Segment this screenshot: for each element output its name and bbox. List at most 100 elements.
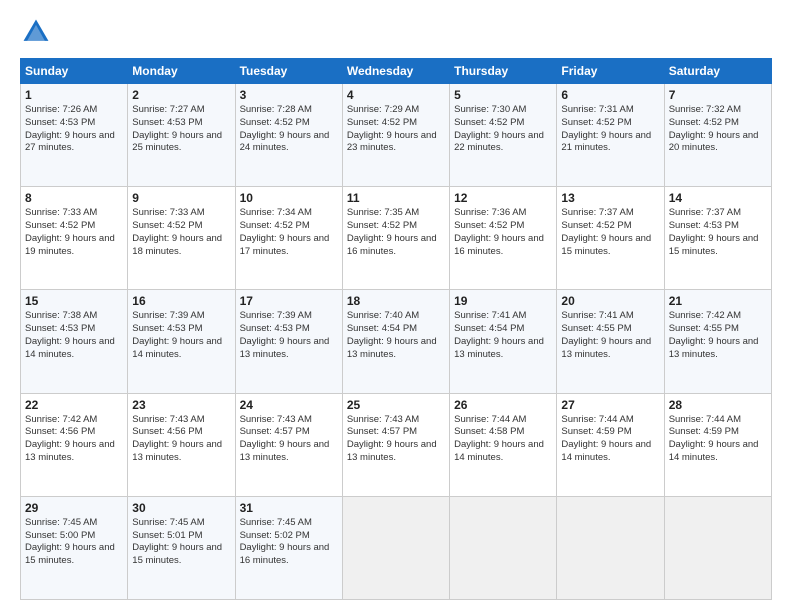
calendar-week-row: 15 Sunrise: 7:38 AM Sunset: 4:53 PM Dayl… bbox=[21, 290, 772, 393]
table-row: 13 Sunrise: 7:37 AM Sunset: 4:52 PM Dayl… bbox=[557, 187, 664, 290]
table-row: 22 Sunrise: 7:42 AM Sunset: 4:56 PM Dayl… bbox=[21, 393, 128, 496]
table-row: 9 Sunrise: 7:33 AM Sunset: 4:52 PM Dayli… bbox=[128, 187, 235, 290]
day-info: Sunrise: 7:38 AM Sunset: 4:53 PM Dayligh… bbox=[25, 310, 123, 361]
day-info: Sunrise: 7:30 AM Sunset: 4:52 PM Dayligh… bbox=[454, 104, 552, 155]
day-info: Sunrise: 7:40 AM Sunset: 4:54 PM Dayligh… bbox=[347, 310, 445, 361]
table-row bbox=[450, 496, 557, 599]
day-info: Sunrise: 7:33 AM Sunset: 4:52 PM Dayligh… bbox=[132, 207, 230, 258]
day-number: 1 bbox=[25, 88, 123, 102]
day-number: 4 bbox=[347, 88, 445, 102]
table-row: 21 Sunrise: 7:42 AM Sunset: 4:55 PM Dayl… bbox=[664, 290, 771, 393]
table-row: 7 Sunrise: 7:32 AM Sunset: 4:52 PM Dayli… bbox=[664, 84, 771, 187]
col-saturday: Saturday bbox=[664, 59, 771, 84]
day-info: Sunrise: 7:36 AM Sunset: 4:52 PM Dayligh… bbox=[454, 207, 552, 258]
day-number: 31 bbox=[240, 501, 338, 515]
day-info: Sunrise: 7:42 AM Sunset: 4:55 PM Dayligh… bbox=[669, 310, 767, 361]
day-info: Sunrise: 7:45 AM Sunset: 5:02 PM Dayligh… bbox=[240, 517, 338, 568]
day-info: Sunrise: 7:26 AM Sunset: 4:53 PM Dayligh… bbox=[25, 104, 123, 155]
day-number: 27 bbox=[561, 398, 659, 412]
day-number: 3 bbox=[240, 88, 338, 102]
table-row bbox=[342, 496, 449, 599]
table-row: 20 Sunrise: 7:41 AM Sunset: 4:55 PM Dayl… bbox=[557, 290, 664, 393]
day-info: Sunrise: 7:44 AM Sunset: 4:59 PM Dayligh… bbox=[669, 414, 767, 465]
table-row: 27 Sunrise: 7:44 AM Sunset: 4:59 PM Dayl… bbox=[557, 393, 664, 496]
table-row: 16 Sunrise: 7:39 AM Sunset: 4:53 PM Dayl… bbox=[128, 290, 235, 393]
day-number: 17 bbox=[240, 294, 338, 308]
day-info: Sunrise: 7:35 AM Sunset: 4:52 PM Dayligh… bbox=[347, 207, 445, 258]
day-info: Sunrise: 7:41 AM Sunset: 4:54 PM Dayligh… bbox=[454, 310, 552, 361]
col-friday: Friday bbox=[557, 59, 664, 84]
day-number: 29 bbox=[25, 501, 123, 515]
table-row: 25 Sunrise: 7:43 AM Sunset: 4:57 PM Dayl… bbox=[342, 393, 449, 496]
day-info: Sunrise: 7:27 AM Sunset: 4:53 PM Dayligh… bbox=[132, 104, 230, 155]
day-info: Sunrise: 7:39 AM Sunset: 4:53 PM Dayligh… bbox=[240, 310, 338, 361]
day-info: Sunrise: 7:31 AM Sunset: 4:52 PM Dayligh… bbox=[561, 104, 659, 155]
table-row: 14 Sunrise: 7:37 AM Sunset: 4:53 PM Dayl… bbox=[664, 187, 771, 290]
table-row: 19 Sunrise: 7:41 AM Sunset: 4:54 PM Dayl… bbox=[450, 290, 557, 393]
calendar-table: Sunday Monday Tuesday Wednesday Thursday… bbox=[20, 58, 772, 600]
table-row: 5 Sunrise: 7:30 AM Sunset: 4:52 PM Dayli… bbox=[450, 84, 557, 187]
table-row: 18 Sunrise: 7:40 AM Sunset: 4:54 PM Dayl… bbox=[342, 290, 449, 393]
day-info: Sunrise: 7:45 AM Sunset: 5:01 PM Dayligh… bbox=[132, 517, 230, 568]
calendar-week-row: 8 Sunrise: 7:33 AM Sunset: 4:52 PM Dayli… bbox=[21, 187, 772, 290]
table-row: 2 Sunrise: 7:27 AM Sunset: 4:53 PM Dayli… bbox=[128, 84, 235, 187]
day-number: 9 bbox=[132, 191, 230, 205]
day-number: 19 bbox=[454, 294, 552, 308]
day-info: Sunrise: 7:39 AM Sunset: 4:53 PM Dayligh… bbox=[132, 310, 230, 361]
day-info: Sunrise: 7:37 AM Sunset: 4:52 PM Dayligh… bbox=[561, 207, 659, 258]
day-number: 30 bbox=[132, 501, 230, 515]
table-row: 15 Sunrise: 7:38 AM Sunset: 4:53 PM Dayl… bbox=[21, 290, 128, 393]
col-wednesday: Wednesday bbox=[342, 59, 449, 84]
table-row: 3 Sunrise: 7:28 AM Sunset: 4:52 PM Dayli… bbox=[235, 84, 342, 187]
day-number: 5 bbox=[454, 88, 552, 102]
table-row: 6 Sunrise: 7:31 AM Sunset: 4:52 PM Dayli… bbox=[557, 84, 664, 187]
day-info: Sunrise: 7:44 AM Sunset: 4:58 PM Dayligh… bbox=[454, 414, 552, 465]
table-row: 4 Sunrise: 7:29 AM Sunset: 4:52 PM Dayli… bbox=[342, 84, 449, 187]
col-thursday: Thursday bbox=[450, 59, 557, 84]
table-row: 26 Sunrise: 7:44 AM Sunset: 4:58 PM Dayl… bbox=[450, 393, 557, 496]
page: Sunday Monday Tuesday Wednesday Thursday… bbox=[0, 0, 792, 612]
day-info: Sunrise: 7:43 AM Sunset: 4:57 PM Dayligh… bbox=[240, 414, 338, 465]
day-number: 20 bbox=[561, 294, 659, 308]
day-info: Sunrise: 7:28 AM Sunset: 4:52 PM Dayligh… bbox=[240, 104, 338, 155]
table-row: 23 Sunrise: 7:43 AM Sunset: 4:56 PM Dayl… bbox=[128, 393, 235, 496]
table-row: 24 Sunrise: 7:43 AM Sunset: 4:57 PM Dayl… bbox=[235, 393, 342, 496]
table-row: 28 Sunrise: 7:44 AM Sunset: 4:59 PM Dayl… bbox=[664, 393, 771, 496]
calendar-week-row: 22 Sunrise: 7:42 AM Sunset: 4:56 PM Dayl… bbox=[21, 393, 772, 496]
day-info: Sunrise: 7:41 AM Sunset: 4:55 PM Dayligh… bbox=[561, 310, 659, 361]
day-number: 7 bbox=[669, 88, 767, 102]
day-info: Sunrise: 7:42 AM Sunset: 4:56 PM Dayligh… bbox=[25, 414, 123, 465]
table-row: 30 Sunrise: 7:45 AM Sunset: 5:01 PM Dayl… bbox=[128, 496, 235, 599]
table-row: 8 Sunrise: 7:33 AM Sunset: 4:52 PM Dayli… bbox=[21, 187, 128, 290]
day-number: 23 bbox=[132, 398, 230, 412]
table-row bbox=[664, 496, 771, 599]
day-number: 6 bbox=[561, 88, 659, 102]
day-info: Sunrise: 7:34 AM Sunset: 4:52 PM Dayligh… bbox=[240, 207, 338, 258]
day-number: 8 bbox=[25, 191, 123, 205]
day-number: 25 bbox=[347, 398, 445, 412]
day-number: 13 bbox=[561, 191, 659, 205]
table-row: 17 Sunrise: 7:39 AM Sunset: 4:53 PM Dayl… bbox=[235, 290, 342, 393]
day-number: 11 bbox=[347, 191, 445, 205]
day-number: 22 bbox=[25, 398, 123, 412]
day-info: Sunrise: 7:29 AM Sunset: 4:52 PM Dayligh… bbox=[347, 104, 445, 155]
table-row bbox=[557, 496, 664, 599]
header bbox=[20, 16, 772, 48]
calendar-week-row: 29 Sunrise: 7:45 AM Sunset: 5:00 PM Dayl… bbox=[21, 496, 772, 599]
day-number: 14 bbox=[669, 191, 767, 205]
table-row: 12 Sunrise: 7:36 AM Sunset: 4:52 PM Dayl… bbox=[450, 187, 557, 290]
day-info: Sunrise: 7:43 AM Sunset: 4:56 PM Dayligh… bbox=[132, 414, 230, 465]
day-number: 10 bbox=[240, 191, 338, 205]
day-info: Sunrise: 7:37 AM Sunset: 4:53 PM Dayligh… bbox=[669, 207, 767, 258]
logo-icon bbox=[20, 16, 52, 48]
table-row: 31 Sunrise: 7:45 AM Sunset: 5:02 PM Dayl… bbox=[235, 496, 342, 599]
table-row: 10 Sunrise: 7:34 AM Sunset: 4:52 PM Dayl… bbox=[235, 187, 342, 290]
table-row: 1 Sunrise: 7:26 AM Sunset: 4:53 PM Dayli… bbox=[21, 84, 128, 187]
day-number: 28 bbox=[669, 398, 767, 412]
calendar-header-row: Sunday Monday Tuesday Wednesday Thursday… bbox=[21, 59, 772, 84]
day-number: 12 bbox=[454, 191, 552, 205]
day-info: Sunrise: 7:44 AM Sunset: 4:59 PM Dayligh… bbox=[561, 414, 659, 465]
day-info: Sunrise: 7:43 AM Sunset: 4:57 PM Dayligh… bbox=[347, 414, 445, 465]
table-row: 11 Sunrise: 7:35 AM Sunset: 4:52 PM Dayl… bbox=[342, 187, 449, 290]
col-monday: Monday bbox=[128, 59, 235, 84]
